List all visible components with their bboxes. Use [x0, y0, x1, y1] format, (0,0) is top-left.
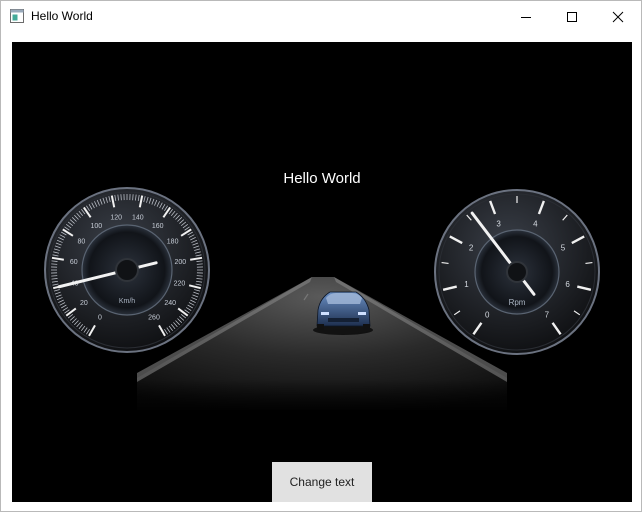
app-window: Hello World 0 20 60 80 100 120 140 160 1… [0, 0, 642, 512]
speed-tick-label: 120 [110, 215, 122, 222]
minimize-button[interactable] [503, 1, 549, 32]
close-button[interactable] [595, 1, 641, 32]
title-bar[interactable]: Hello World [1, 1, 641, 32]
speed-unit: Km/h [119, 298, 135, 305]
rpm-tick-label: 4 [533, 219, 538, 228]
minimize-icon [521, 16, 531, 18]
speed-tick-label: 240 [164, 300, 176, 307]
scene-canvas: 020406080100120140160180200220240260 Km/… [44, 187, 600, 412]
speed-tick-label: 80 [77, 239, 85, 246]
rpm-tick-label: 0 [485, 311, 490, 320]
app-icon [10, 9, 24, 23]
speed-tick-label: 200 [174, 259, 186, 266]
speed-tick-label: 260 [148, 314, 160, 321]
rpm-tick-label: 1 [464, 280, 469, 289]
maximize-button[interactable] [549, 1, 595, 32]
change-text-button[interactable]: Change text [272, 462, 372, 502]
speed-tick-label: 220 [174, 280, 186, 287]
rpm-tick-label: 6 [565, 280, 570, 289]
window-title: Hello World [31, 9, 93, 23]
rpm-tick-label: 2 [469, 244, 474, 253]
speed-tick-label: 180 [167, 239, 179, 246]
speed-tick-label: 20 [80, 300, 88, 307]
speed-tick-label: 60 [70, 259, 78, 266]
speedometer: 020406080100120140160180200220240260 Km/… [44, 187, 210, 353]
hello-label: Hello World [283, 170, 361, 187]
speed-tick-label: 100 [90, 223, 102, 230]
speed-tick-label: 0 [98, 314, 102, 321]
tachometer: 0 1 2 3 4 5 6 7 Rpm [434, 189, 600, 355]
rpm-tick-label: 5 [561, 244, 566, 253]
speed-tick-label: 160 [152, 223, 164, 230]
speed-tick-label: 140 [132, 215, 144, 222]
rpm-unit: Rpm [509, 298, 526, 307]
close-icon [612, 11, 624, 22]
maximize-icon [567, 11, 577, 22]
rpm-tick-label: 3 [496, 219, 501, 228]
rpm-tick-label: 7 [545, 311, 550, 320]
scene-view: 020406080100120140160180200220240260 Km/… [12, 42, 632, 502]
